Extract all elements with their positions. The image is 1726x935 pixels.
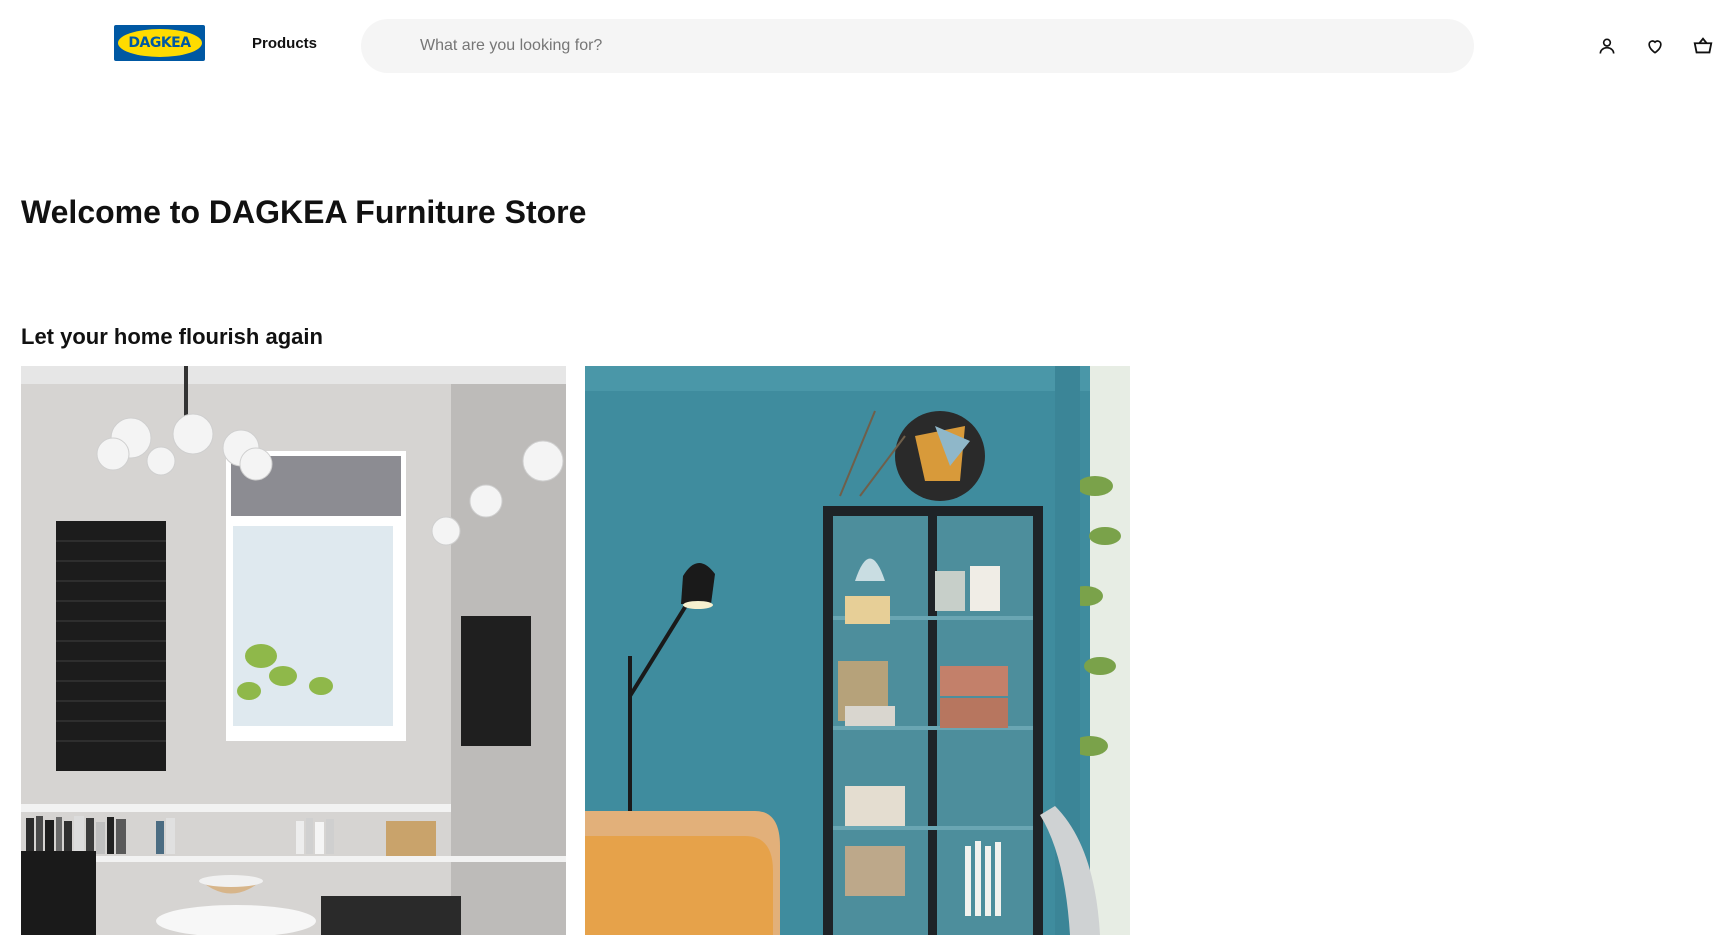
section-title: Let your home flourish again [21,324,323,349]
site-header: DAGKEA Products [0,0,1726,92]
page-title: Welcome to DAGKEA Furniture Store [21,194,587,230]
logo-oval: DAGKEA [117,29,202,57]
account-icon[interactable] [1595,34,1619,58]
logo-text: DAGKEA [128,35,191,51]
logo[interactable]: DAGKEA [114,25,205,61]
living-room-photo[interactable] [21,366,566,935]
shopping-bag-icon[interactable] [1691,34,1715,58]
nav-products-link[interactable]: Products [252,35,317,52]
teal-room-cabinet-photo[interactable] [585,366,1130,935]
search-input[interactable] [420,37,1420,55]
heart-icon[interactable] [1643,34,1667,58]
search-bar[interactable] [361,19,1474,73]
